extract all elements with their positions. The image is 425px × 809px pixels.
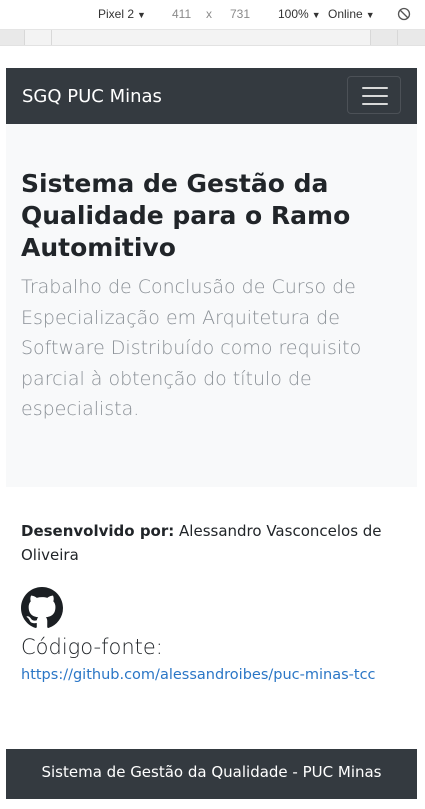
footer: Sistema de Gestão da Qualidade - PUC Min… [6,749,417,799]
navbar-toggle-button[interactable] [347,76,401,114]
width-field[interactable]: 411 [172,7,191,21]
github-icon [21,587,63,628]
zoom-label: 100% [278,7,309,21]
media-query-ruler [0,30,425,46]
page-title: Sistema de Gestão da Qualidade para o Ra… [21,169,351,262]
chevron-down-icon: ▼ [137,10,146,20]
chevron-down-icon: ▼ [311,10,321,20]
jumbotron: Sistema de Gestão da Qualidade para o Ra… [6,124,417,487]
device-select[interactable]: Pixel 2 ▼ [98,7,146,21]
device-label: Pixel 2 [98,7,135,21]
main-content: Desenvolvido por: Alessandro Vasconcelos… [6,487,417,683]
navbar-brand[interactable]: SGQ PUC Minas [22,84,162,110]
dimension-separator: x [206,7,212,21]
developed-by-label: Desenvolvido por: [21,522,175,540]
device-toolbar: Pixel 2 ▼ 411 x 731 100% ▼ Online ▼ [0,0,425,30]
page-viewport: SGQ PUC Minas Sistema de Gestão da Quali… [6,68,417,799]
developer-credit: Desenvolvido por: Alessandro Vasconcelos… [21,519,402,567]
lead-text: Trabalho de Conclusão de Curso de Especi… [21,276,362,420]
height-field[interactable]: 731 [230,7,250,21]
rotate-icon[interactable] [397,7,411,21]
repo-link[interactable]: https://github.com/alessandroibes/puc-mi… [21,667,376,683]
network-label: Online [328,7,363,21]
navbar: SGQ PUC Minas [6,68,417,124]
footer-text: Sistema de Gestão da Qualidade - PUC Min… [41,763,382,781]
source-code-heading: Código-fonte: [21,635,163,659]
zoom-select[interactable]: 100% ▼ [278,7,321,21]
network-select[interactable]: Online ▼ [328,7,375,21]
chevron-down-icon: ▼ [365,10,375,20]
